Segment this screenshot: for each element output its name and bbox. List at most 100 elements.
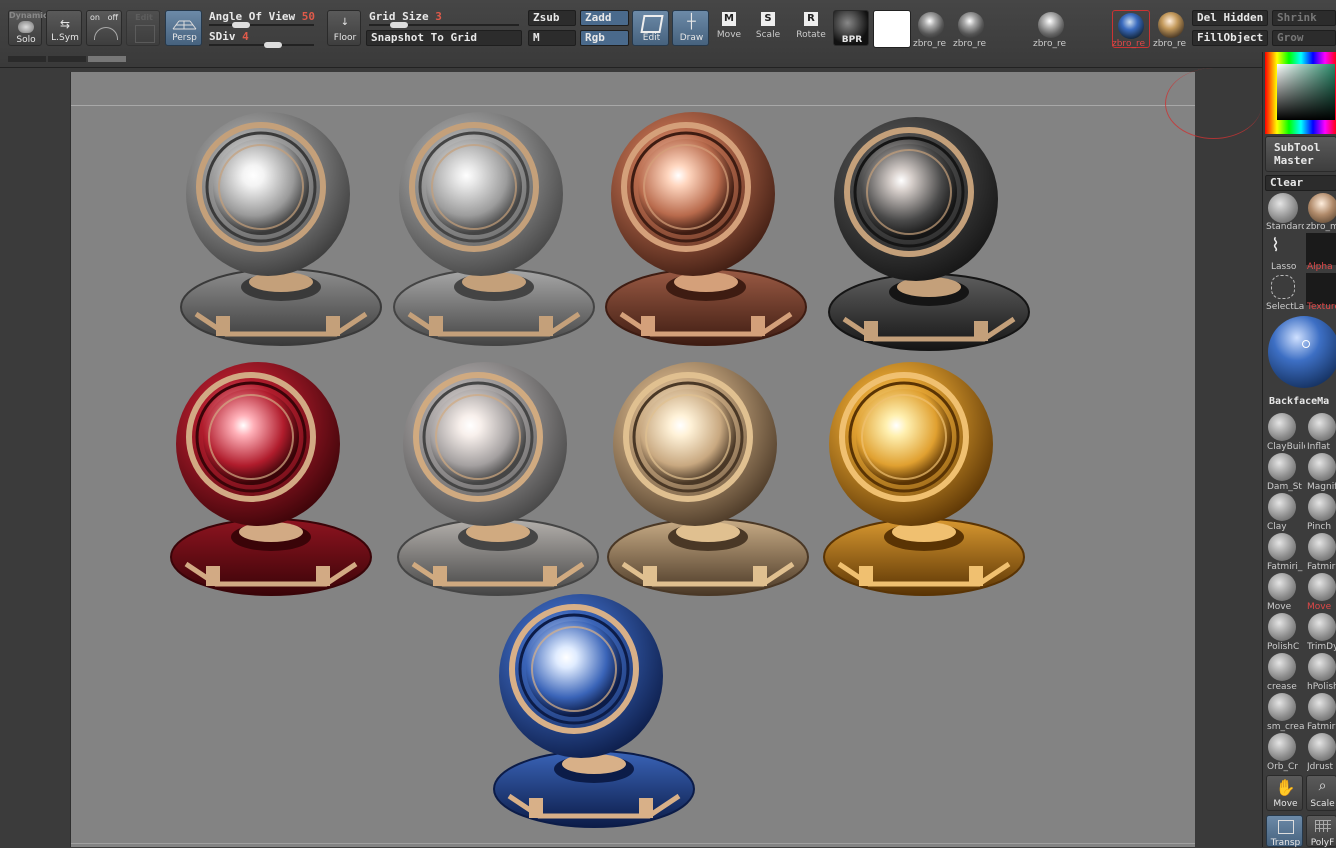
solo-label: Solo — [16, 35, 36, 45]
sdiv-track[interactable] — [209, 44, 314, 46]
brush-8-icon[interactable] — [1268, 573, 1296, 601]
on-label: on — [90, 13, 100, 22]
transp-button[interactable]: Transp — [1266, 815, 1303, 848]
move-tool[interactable]: M Move — [714, 12, 744, 40]
sdiv-label: SDiv — [209, 30, 236, 43]
solo-button[interactable]: Dynamic Solo — [8, 10, 48, 46]
lsym-button[interactable]: ⇆ L.Sym — [46, 10, 82, 46]
brush-13-label: hPolish — [1307, 682, 1336, 692]
progress-slot-1 — [8, 56, 46, 62]
material-ball-champagne — [603, 352, 813, 597]
floor-button[interactable]: ↓ Floor — [327, 10, 361, 46]
material-thumb-1[interactable] — [918, 12, 944, 38]
brush-12-icon[interactable] — [1268, 653, 1296, 681]
brush-3-icon[interactable] — [1308, 453, 1336, 481]
material-thumb-3[interactable] — [1038, 12, 1064, 38]
color-picker-square[interactable] — [1277, 64, 1335, 120]
dynamic-label: Dynamic — [9, 11, 48, 20]
bpr-button[interactable]: BPR — [833, 10, 869, 46]
off-label: off — [107, 13, 118, 22]
persp-button[interactable]: Persp — [165, 10, 202, 46]
lasso-icon[interactable]: ⌇ — [1271, 235, 1295, 259]
floor-label: Floor — [333, 33, 357, 43]
brush-14-icon[interactable] — [1268, 693, 1296, 721]
edit-button[interactable]: Edit — [632, 10, 669, 46]
brush-3-label: Magnif — [1307, 482, 1336, 492]
rgb-button[interactable]: Rgb — [580, 30, 629, 46]
material-thumb-1-label: zbro_re — [913, 39, 946, 49]
edit-disabled-button[interactable]: Edit — [126, 10, 160, 46]
grow-button[interactable]: Grow — [1272, 30, 1336, 46]
brush-11-label: TrimDy — [1307, 642, 1336, 652]
color-swatch-white[interactable] — [873, 10, 911, 48]
onoff-dial-button[interactable]: on off — [86, 10, 122, 46]
dial-icon — [94, 27, 118, 40]
preview-marker-icon — [1302, 340, 1310, 348]
brush-5-icon[interactable] — [1308, 493, 1336, 521]
sdiv-knob[interactable] — [264, 42, 282, 48]
material-thumb-2[interactable] — [958, 12, 984, 38]
material-thumb-2-label: zbro_re — [953, 39, 986, 49]
material-thumb-5[interactable] — [1158, 12, 1184, 38]
angle-of-view-slider[interactable]: Angle Of View 50 — [209, 10, 315, 23]
draw-button[interactable]: ┼ Draw — [672, 10, 709, 46]
grid-size-knob[interactable] — [390, 22, 408, 28]
brush-13-icon[interactable] — [1308, 653, 1336, 681]
brush-12-label: crease — [1267, 682, 1297, 692]
material-brush-icon[interactable] — [1308, 193, 1336, 223]
texture-slot[interactable] — [1306, 273, 1336, 305]
alpha-slot[interactable] — [1306, 233, 1336, 265]
edit-disabled-label: Edit — [135, 13, 153, 22]
material-ball-dark-chrome — [824, 107, 1034, 352]
subtool-master-line1: SubTool — [1274, 141, 1321, 154]
brush-16-icon[interactable] — [1268, 733, 1296, 761]
polyframe-icon — [1315, 820, 1331, 832]
scale-tool[interactable]: S Scale — [753, 12, 783, 40]
brush-8-label: Move — [1267, 602, 1292, 612]
brush-4-icon[interactable] — [1268, 493, 1296, 521]
snapshot-to-grid-button[interactable]: Snapshot To Grid — [366, 30, 522, 46]
brush-14-label: sm_crea — [1267, 722, 1305, 732]
move-view-button[interactable]: ✋ Move — [1266, 775, 1303, 811]
hand-icon: ✋ — [1275, 778, 1296, 797]
del-hidden-button[interactable]: Del Hidden — [1192, 10, 1268, 26]
zsub-button[interactable]: Zsub — [528, 10, 576, 26]
brush-11-icon[interactable] — [1308, 613, 1336, 641]
brush-9-icon[interactable] — [1308, 573, 1336, 601]
material-ball-red — [166, 352, 376, 597]
subtool-preview-sphere[interactable] — [1268, 316, 1336, 388]
navigation-gizmo-circle[interactable] — [1165, 68, 1262, 139]
brush-6-icon[interactable] — [1268, 533, 1296, 561]
clear-button[interactable]: Clear — [1265, 175, 1336, 191]
fill-object-button[interactable]: FillObject — [1192, 30, 1268, 46]
sdiv-slider[interactable]: SDiv 4 — [209, 30, 249, 43]
brush-15-icon[interactable] — [1308, 693, 1336, 721]
brush-10-icon[interactable] — [1268, 613, 1296, 641]
angle-of-view-knob[interactable] — [232, 22, 250, 28]
scale-view-button[interactable]: ⌕ Scale — [1306, 775, 1336, 811]
backface-mask-label[interactable]: BackfaceMa — [1269, 396, 1329, 407]
brush-0-icon[interactable] — [1268, 413, 1296, 441]
brush-17-icon[interactable] — [1308, 733, 1336, 761]
perspective-grid-icon — [172, 20, 197, 30]
subtool-master-line2: Master — [1274, 154, 1314, 167]
brush-1-icon[interactable] — [1308, 413, 1336, 441]
brush-7-icon[interactable] — [1308, 533, 1336, 561]
draw-crosshair-icon: ┼ — [687, 14, 696, 30]
shrink-button[interactable]: Shrink — [1272, 10, 1336, 26]
zadd-button[interactable]: Zadd — [580, 10, 629, 26]
rotate-tool[interactable]: R Rotate — [794, 12, 828, 40]
brush-17-label: Jdrust — [1307, 762, 1333, 772]
move-view-label: Move — [1273, 799, 1298, 809]
rotate-tool-icon: R — [804, 12, 818, 26]
left-shelf — [0, 68, 70, 847]
document-canvas[interactable] — [70, 72, 1196, 847]
standard-brush-icon[interactable] — [1268, 193, 1298, 223]
angle-of-view-track[interactable] — [209, 24, 314, 26]
select-lasso-icon[interactable] — [1271, 275, 1295, 299]
polyf-button[interactable]: PolyF — [1306, 815, 1336, 848]
m-button[interactable]: M — [528, 30, 576, 46]
brush-2-icon[interactable] — [1268, 453, 1296, 481]
subtool-master-button[interactable]: SubTool Master — [1265, 136, 1336, 172]
color-picker-hue-ring[interactable] — [1265, 52, 1336, 134]
